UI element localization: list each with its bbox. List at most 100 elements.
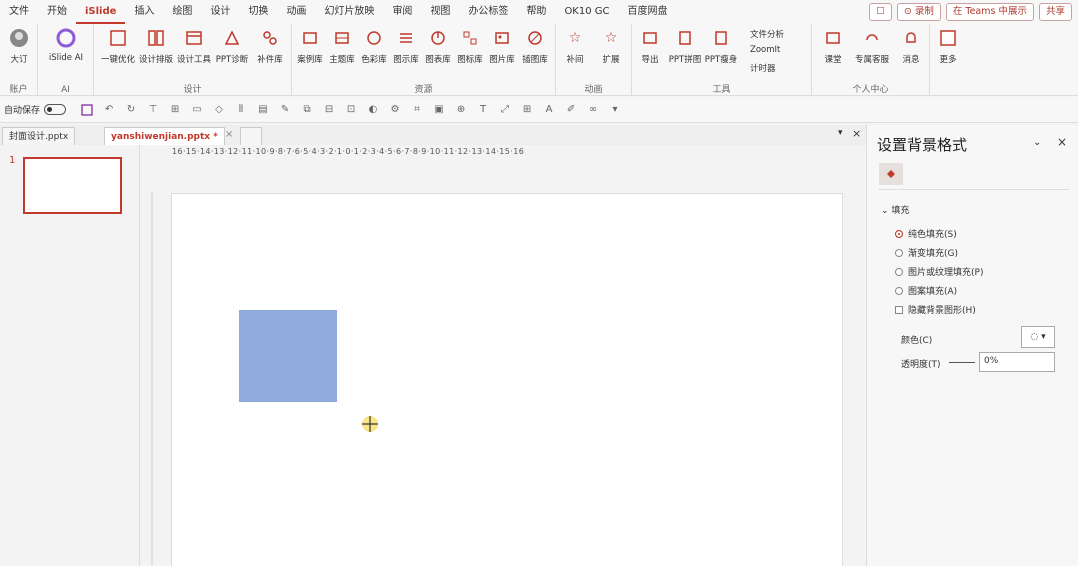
text-icon[interactable]: T: [475, 102, 491, 118]
undo-icon[interactable]: ↶: [101, 102, 117, 118]
chevron-down-icon[interactable]: ▾: [607, 102, 623, 118]
tab-list-icon[interactable]: ▾: [838, 128, 843, 138]
merge-icon[interactable]: ⊕: [453, 102, 469, 118]
design-tools-button[interactable]: 设计工具: [174, 27, 214, 65]
extend-button[interactable]: ☆ 扩展: [594, 27, 628, 65]
color-lib-button[interactable]: 色彩库: [358, 27, 390, 65]
menu-draw[interactable]: 绘图: [163, 0, 201, 24]
menu-view[interactable]: 视图: [421, 0, 459, 24]
messages-button[interactable]: 消息: [894, 27, 928, 65]
design-layout-button[interactable]: 设计排版: [136, 27, 176, 65]
optimize-label: 一键优化: [100, 55, 135, 65]
gear-icon[interactable]: ⚙: [387, 102, 403, 118]
share-button[interactable]: 共享: [1038, 3, 1072, 21]
menu-baidu[interactable]: 百度网盘: [619, 0, 677, 24]
distribute-h-icon[interactable]: ⫴: [233, 102, 249, 118]
panel-close-icon[interactable]: ×: [1057, 135, 1067, 149]
teams-button[interactable]: 在 Teams 中展示: [945, 3, 1034, 21]
image-lib-button[interactable]: 图片库: [486, 27, 518, 65]
tab-yanshiwenjian[interactable]: yanshiwenjian.pptx *: [104, 127, 225, 145]
record-button[interactable]: ⊙ 录制: [896, 3, 941, 21]
account-button[interactable]: 大订: [0, 27, 38, 65]
menu-office-tab[interactable]: 办公标签: [459, 0, 517, 24]
ppt-puzzle-button[interactable]: PPT拼图: [668, 27, 702, 65]
menu-insert[interactable]: 插入: [125, 0, 163, 24]
option-solid-fill[interactable]: 纯色填充(S): [895, 227, 957, 240]
option-pattern-fill[interactable]: 图案填充(A): [895, 284, 957, 297]
star-icon: ☆: [604, 30, 618, 46]
export-button[interactable]: 导出: [634, 27, 666, 65]
menu-review[interactable]: 审阅: [383, 0, 421, 24]
table-icon[interactable]: ⊞: [519, 102, 535, 118]
menu-transitions[interactable]: 切换: [239, 0, 277, 24]
islide-ai-button[interactable]: iSlide AI: [44, 27, 88, 63]
one-click-optimize-button[interactable]: 一键优化: [98, 27, 138, 65]
resize-icon[interactable]: ⤢: [497, 102, 513, 118]
copy-icon[interactable]: ⧉: [299, 102, 315, 118]
color-picker-button[interactable]: ◌ ▾: [1021, 326, 1055, 348]
fill-section[interactable]: ⌄ 填充: [881, 203, 909, 216]
timer-button[interactable]: 计时器: [750, 62, 776, 74]
menu-file[interactable]: 文件: [0, 0, 38, 24]
file-analysis-button[interactable]: 文件分析: [750, 28, 784, 40]
transparency-input[interactable]: 0%: [979, 352, 1055, 372]
close-icon[interactable]: ×: [225, 129, 233, 140]
ruler-icon[interactable]: ⊟: [321, 102, 337, 118]
rectangle-shape[interactable]: [239, 310, 337, 402]
close-all-icon[interactable]: ×: [852, 127, 861, 140]
option-picture-fill[interactable]: 图片或纹理填充(P): [895, 265, 983, 278]
chart-lib-button[interactable]: 图表库: [422, 27, 454, 65]
redo-icon[interactable]: ↻: [123, 102, 139, 118]
pen-icon[interactable]: ✎: [277, 102, 293, 118]
format-background-panel: 设置背景格式 ⌄ × ⌄ 填充 纯色填充(S) 渐变填充(G) 图片或纹理填充(…: [866, 125, 1078, 566]
slide-canvas[interactable]: [171, 193, 843, 566]
autosave-toggle[interactable]: [44, 104, 67, 115]
tween-button[interactable]: ☆ 补间: [558, 27, 592, 65]
fill-bucket-icon[interactable]: [879, 163, 903, 185]
tools-icon: [183, 27, 205, 49]
panel-options-icon[interactable]: ⌄: [1033, 137, 1041, 148]
zoomit-button[interactable]: ZoomIt: [750, 45, 780, 55]
classroom-button[interactable]: 课堂: [816, 27, 850, 65]
link-icon[interactable]: ∞: [585, 102, 601, 118]
option-gradient-fill[interactable]: 渐变填充(G): [895, 246, 958, 259]
support-button[interactable]: 专属客服: [852, 27, 892, 65]
tab-cover-design[interactable]: 封面设计.pptx: [2, 127, 76, 145]
save-icon[interactable]: [79, 102, 95, 118]
ppt-slim-button[interactable]: PPT瘦身: [704, 27, 738, 65]
panel-divider: [879, 189, 1069, 190]
highlight-icon[interactable]: A: [541, 102, 557, 118]
menu-ok10[interactable]: OK10 GC: [555, 0, 618, 24]
diagram-lib-button[interactable]: 图示库: [390, 27, 422, 65]
brush-icon[interactable]: ✐: [563, 102, 579, 118]
menu-animations[interactable]: 动画: [277, 0, 315, 24]
case-lib-button[interactable]: 案例库: [294, 27, 326, 65]
more-button[interactable]: 更多: [930, 27, 966, 65]
group-icon[interactable]: ⊡: [343, 102, 359, 118]
illustration-lib-button[interactable]: 插图库: [518, 27, 552, 65]
hide-background-checkbox[interactable]: 隐藏背景图形(H): [895, 303, 976, 316]
color-icon[interactable]: ◐: [365, 102, 381, 118]
theme-lib-button[interactable]: 主题库: [326, 27, 358, 65]
ppt-diagnose-button[interactable]: PPT诊断: [212, 27, 252, 65]
comment-button[interactable]: ☐: [869, 3, 892, 21]
fill-section-label: 填充: [891, 206, 910, 216]
menu-help[interactable]: 帮助: [517, 0, 555, 24]
transparency-slider[interactable]: [949, 362, 975, 363]
shape-icon[interactable]: ◇: [211, 102, 227, 118]
icon-lib-button[interactable]: 图标库: [454, 27, 486, 65]
menu-islide[interactable]: iSlide: [76, 0, 126, 24]
new-tab-button[interactable]: [240, 127, 262, 145]
distribute-icon[interactable]: ▭: [189, 102, 205, 118]
slide-icon[interactable]: ▤: [255, 102, 271, 118]
menu-design[interactable]: 设计: [201, 0, 239, 24]
mask-icon[interactable]: ▣: [431, 102, 447, 118]
align-top-icon[interactable]: ⊤: [145, 102, 161, 118]
align-icon[interactable]: ⊞: [167, 102, 183, 118]
diagram-label: 图示库: [393, 55, 419, 65]
menu-slideshow[interactable]: 幻灯片放映: [315, 0, 383, 24]
component-lib-button[interactable]: 补件库: [250, 27, 290, 65]
menu-home[interactable]: 开始: [38, 0, 76, 24]
slide-thumbnail[interactable]: [23, 157, 122, 214]
crop-icon[interactable]: ⌗: [409, 102, 425, 118]
